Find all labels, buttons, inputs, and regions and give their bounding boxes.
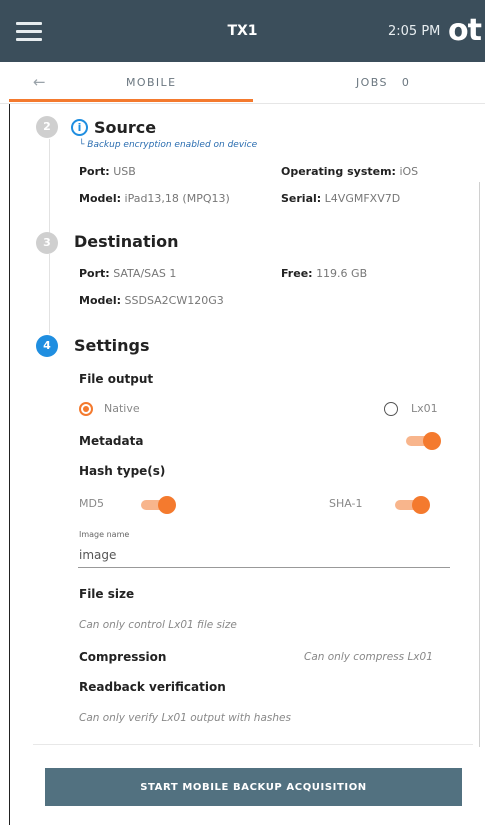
left-border — [9, 104, 10, 825]
step-badge-source: 2 — [36, 116, 58, 138]
tab-jobs[interactable]: JOBS 0 — [356, 76, 410, 89]
step-connector — [49, 254, 50, 334]
tab-bar: ← MOBILE JOBS 0 — [0, 62, 485, 104]
metadata-toggle[interactable] — [406, 432, 441, 450]
lx01-radio[interactable] — [384, 402, 398, 416]
settings-title: Settings — [74, 336, 150, 355]
source-title: Source — [94, 118, 157, 137]
brand-logo: ot — [448, 13, 482, 48]
encryption-note: └ Backup encryption enabled on device — [79, 140, 258, 150]
info-icon[interactable]: i — [71, 119, 88, 136]
readback-note: Can only verify Lx01 output with hashes — [79, 712, 291, 724]
destination-free: Free: 119.6 GB — [281, 267, 368, 280]
step-badge-settings: 4 — [36, 335, 58, 357]
sha1-toggle[interactable] — [395, 496, 430, 514]
destination-model: Model: SSDSA2CW120G3 — [79, 294, 224, 307]
file-size-label: File size — [79, 587, 135, 601]
clock: 2:05 PM — [388, 24, 441, 39]
jobs-count: 0 — [401, 76, 411, 89]
file-size-note: Can only control Lx01 file size — [79, 619, 237, 631]
step-badge-destination: 3 — [36, 232, 58, 254]
image-name-input[interactable] — [78, 542, 450, 568]
destination-port: Port: SATA/SAS 1 — [79, 267, 177, 280]
hash-types-label: Hash type(s) — [79, 464, 166, 478]
step-connector — [49, 139, 50, 235]
source-model: Model: iPad13,18 (MPQ13) — [79, 192, 230, 205]
start-acquisition-button[interactable]: START MOBILE BACKUP ACQUISITION — [45, 768, 462, 806]
back-arrow-icon[interactable]: ← — [33, 73, 46, 91]
compression-note: Can only compress Lx01 — [304, 651, 433, 663]
image-name-label: Image name — [79, 530, 130, 539]
native-label: Native — [104, 402, 140, 415]
scroll-track[interactable] — [479, 182, 480, 747]
source-os: Operating system: iOS — [281, 165, 419, 178]
tab-mobile[interactable]: MOBILE — [126, 76, 176, 89]
compression-label: Compression — [79, 650, 167, 664]
native-radio[interactable] — [79, 402, 93, 416]
md5-toggle[interactable] — [141, 496, 176, 514]
metadata-label: Metadata — [79, 434, 144, 448]
file-output-label: File output — [79, 372, 154, 386]
readback-label: Readback verification — [79, 680, 226, 694]
sha1-label: SHA-1 — [329, 497, 363, 510]
divider — [33, 744, 473, 745]
active-tab-indicator — [9, 99, 253, 102]
source-port: Port: USB — [79, 165, 136, 178]
md5-label: MD5 — [79, 497, 104, 510]
app-header: TX1 2:05 PM ot — [0, 0, 485, 62]
lx01-label: Lx01 — [411, 402, 438, 415]
destination-title: Destination — [74, 232, 179, 251]
tab-jobs-label: JOBS — [356, 76, 388, 89]
source-serial: Serial: L4VGMFXV7D — [281, 192, 401, 205]
